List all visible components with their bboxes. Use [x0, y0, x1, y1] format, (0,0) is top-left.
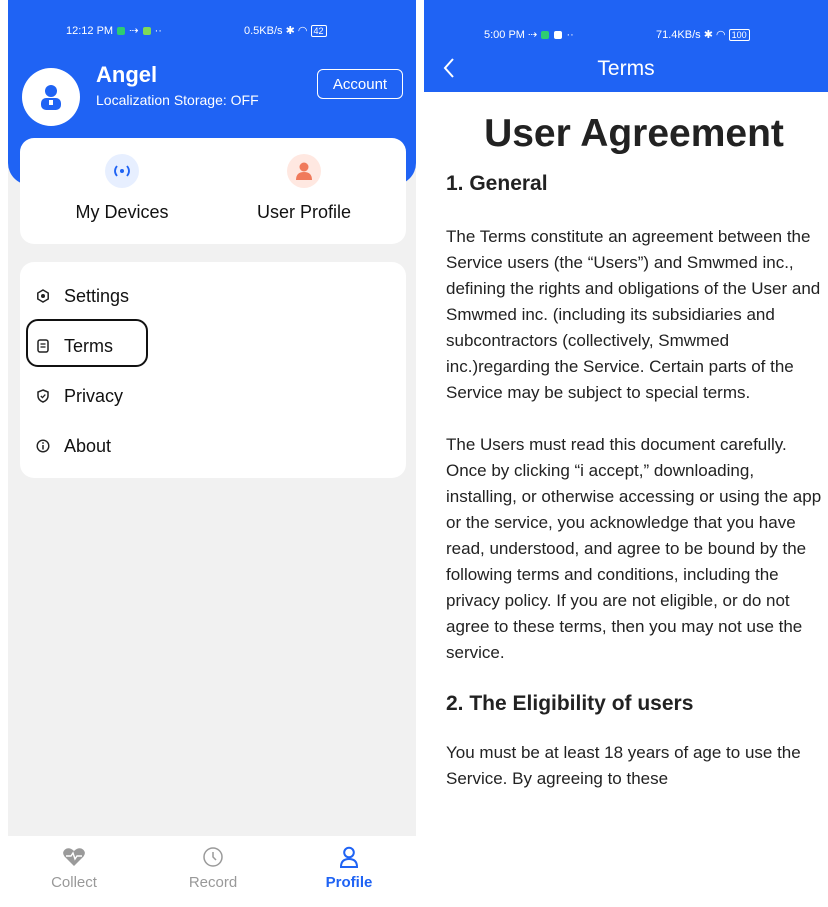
wifi-icon: ◠: [297, 25, 308, 37]
user-profile-label: User Profile: [256, 202, 352, 222]
info-icon: [36, 439, 50, 453]
bottom-tab-bar: Collect Record Profile: [8, 836, 416, 907]
battery-icon: 100: [728, 29, 750, 41]
menu-label-settings: Settings: [64, 285, 130, 306]
arrow-icon: ⇢: [129, 25, 139, 37]
status-dots-2: ··: [566, 29, 574, 41]
terms-screen: 5:00 PM ⇢ ·· 71.4KB/s ✱ ◠ 100 Terms User…: [424, 0, 828, 907]
user-silhouette-icon: [41, 85, 61, 110]
section-heading-eligibility: 2. The Eligibility of users: [446, 692, 694, 715]
clock-icon: [163, 846, 263, 868]
battery-icon: 42: [310, 25, 327, 37]
section-heading-general: 1. General: [446, 172, 548, 195]
tab-collect[interactable]: Collect: [24, 846, 124, 891]
bluetooth-icon: ✱: [703, 29, 713, 41]
app-icon: [142, 27, 151, 36]
status-bar-right: 0.5KB/s ✱ ◠ 42: [244, 24, 327, 37]
account-button[interactable]: Account: [317, 69, 403, 99]
wifi-icon: ◠: [715, 29, 726, 41]
tab-profile[interactable]: Profile: [299, 846, 399, 891]
radio-waves-icon: [105, 154, 139, 188]
heart-pulse-icon: [24, 846, 124, 868]
bluetooth-icon: ✱: [285, 25, 295, 37]
terms-highlight-box: [26, 319, 148, 367]
notification-icon: [117, 27, 126, 36]
shortcuts-card: My Devices User Profile: [20, 138, 406, 244]
tab-record[interactable]: Record: [163, 846, 263, 891]
avatar[interactable]: [22, 68, 80, 126]
network-speed: 0.5KB/s: [244, 25, 283, 37]
menu-item-settings[interactable]: Settings: [36, 278, 129, 314]
user-profile-button[interactable]: User Profile: [229, 154, 379, 223]
menu-label-privacy: Privacy: [64, 385, 124, 406]
status-bar-left-2: 5:00 PM ⇢ ··: [484, 28, 574, 41]
my-devices-label: My Devices: [75, 202, 169, 222]
paragraph-general-2: The Users must read this document carefu…: [446, 435, 822, 662]
user-name: Angel: [96, 62, 158, 87]
my-devices-button[interactable]: My Devices: [47, 154, 197, 223]
menu-label-about: About: [64, 435, 112, 456]
terms-document: User Agreement 1. General The Terms cons…: [446, 104, 822, 792]
document-title: User Agreement: [484, 112, 784, 155]
person-icon: [287, 154, 321, 188]
status-bar-right-2: 71.4KB/s ✱ ◠ 100: [656, 28, 750, 41]
page-title: Terms: [597, 57, 655, 80]
paragraph-eligibility-1: You must be at least 18 years of age to …: [446, 743, 801, 788]
tab-label-profile: Profile: [325, 874, 373, 891]
status-dots: ··: [154, 25, 162, 37]
shield-icon: [36, 389, 50, 403]
notification-icon: [541, 31, 550, 40]
profile-screen: 12:12 PM ⇢ ·· 0.5KB/s ✱ ◠ 42 Angel Local…: [8, 0, 416, 907]
status-time-2: 5:00 PM: [484, 29, 525, 41]
app-icon: [554, 31, 563, 40]
arrow-icon: ⇢: [528, 29, 538, 41]
status-bar-left: 12:12 PM ⇢ ··: [66, 24, 162, 37]
user-outline-icon: [299, 846, 399, 868]
status-time: 12:12 PM: [66, 25, 114, 37]
settings-menu: Settings Terms Privacy About: [20, 262, 406, 478]
tab-label-record: Record: [188, 874, 238, 891]
menu-item-about[interactable]: About: [36, 428, 111, 464]
storage-status: Localization Storage: OFF: [96, 92, 259, 108]
paragraph-general-1: The Terms constitute an agreement betwee…: [446, 227, 821, 402]
menu-item-privacy[interactable]: Privacy: [36, 378, 123, 414]
gear-icon: [36, 289, 50, 303]
network-speed-2: 71.4KB/s: [656, 29, 701, 41]
tab-label-collect: Collect: [51, 874, 97, 891]
